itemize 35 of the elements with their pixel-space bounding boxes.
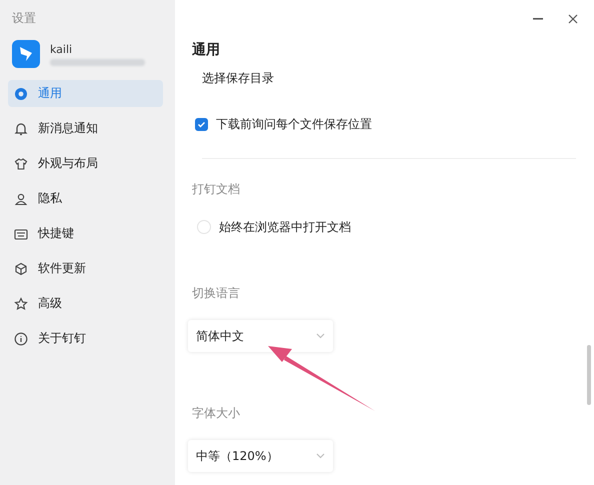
save-directory-link[interactable]: 选择保存目录 [192,62,274,94]
person-icon [14,192,28,206]
keyboard-icon [14,226,28,240]
scrollbar-thumb[interactable] [587,345,591,405]
dropdown[interactable]: 中等（120%） [188,440,333,472]
info-icon [14,332,28,346]
window-title: 设置 [12,10,37,27]
sidebar-item[interactable]: 关于钉钉 [8,325,163,352]
close-icon [568,14,578,24]
account-name: kaili [50,42,74,56]
radio-button[interactable] [197,220,211,234]
dropdown[interactable]: 简体中文 [188,320,333,352]
chevron-down-icon [316,453,325,459]
settings-icon [14,86,28,100]
checkbox-label: 下载前询问每个文件保存位置 [216,116,372,132]
sidebar-item[interactable]: 高级 [8,290,163,317]
minimize-icon [533,18,543,20]
sidebar-item[interactable]: 新消息通知 [8,115,163,142]
sidebar-item[interactable]: 外观与布局 [8,150,163,177]
sidebar-item[interactable]: 快捷键 [8,220,163,247]
section-title: 打钉文档 [192,181,240,198]
checkbox[interactable] [195,118,208,130]
section-title: 字体大小 [192,405,240,422]
chevron-down-icon [316,333,325,339]
sidebar-item[interactable]: 隐私 [8,185,163,212]
section-title: 切换语言 [192,285,240,302]
check-icon [197,120,206,128]
app-logo-icon [12,40,40,68]
bell-icon [14,122,28,136]
star-icon [14,296,28,310]
sidebar-item[interactable]: 软件更新 [8,255,163,282]
radio-label: 始终在浏览器中打开文档 [219,218,351,236]
page-heading: 通用 [192,41,221,60]
shirt-icon [14,156,28,170]
cube-icon [14,262,28,276]
